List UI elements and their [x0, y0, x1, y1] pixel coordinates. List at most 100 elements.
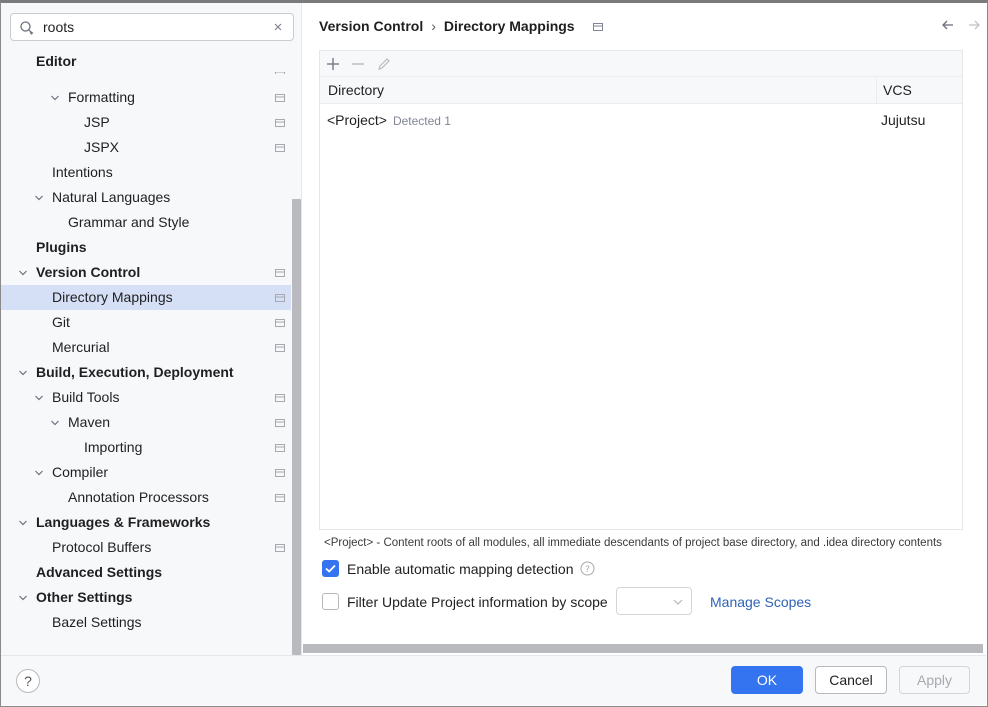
sidebar-item[interactable]: Protocol Buffers — [1, 535, 291, 560]
forward-arrow-icon[interactable] — [966, 17, 982, 33]
project-scope-icon — [275, 319, 285, 327]
sidebar-item[interactable]: Importing — [1, 435, 291, 460]
sidebar-item[interactable]: Intentions — [1, 160, 291, 185]
help-tooltip-icon[interactable]: ? — [580, 561, 595, 576]
sidebar-item[interactable]: Other Settings — [1, 585, 291, 610]
sidebar-item-label: JSPX — [84, 139, 120, 155]
sidebar-item[interactable]: Languages & Frameworks — [1, 510, 291, 535]
auto-detect-checkbox[interactable] — [322, 560, 339, 577]
sidebar-item[interactable]: Editor — [1, 51, 291, 72]
project-scope-icon — [275, 494, 285, 502]
table-header: Directory VCS — [320, 77, 962, 104]
project-scope-icon — [592, 23, 603, 32]
apply-button[interactable]: Apply — [899, 666, 970, 694]
sidebar-item[interactable]: JSP — [1, 110, 291, 135]
sidebar-item[interactable]: Compiler — [1, 460, 291, 485]
sidebar-item-label: Compiler — [52, 464, 109, 480]
svg-text:?: ? — [585, 565, 590, 575]
cancel-button[interactable]: Cancel — [815, 666, 887, 694]
add-icon[interactable] — [325, 56, 341, 72]
sidebar-item[interactable]: Mercurial — [1, 335, 291, 360]
sidebar-item[interactable]: Grammar and Style — [1, 210, 291, 235]
filter-scope-checkbox[interactable] — [322, 593, 339, 610]
settings-sidebar: EditorCopyrightFormattingJSPJSPXIntentio… — [1, 3, 302, 655]
chevron-down-icon[interactable] — [50, 93, 60, 103]
search-field[interactable] — [10, 13, 294, 41]
breadcrumb-current: Directory Mappings — [443, 18, 575, 34]
directory-value: <Project> — [327, 112, 387, 128]
mappings-table: Directory VCS <Project> Detected 1 Jujuts… — [319, 50, 963, 530]
remove-icon[interactable] — [350, 56, 366, 72]
vcs-cell[interactable]: Jujutsu — [881, 108, 925, 132]
column-header-vcs[interactable]: VCS — [883, 77, 912, 103]
chevron-down-icon[interactable] — [34, 193, 44, 203]
chevron-down-icon[interactable] — [34, 393, 44, 403]
sidebar-scrollbar[interactable] — [292, 199, 301, 655]
sidebar-item-label: Maven — [68, 414, 111, 430]
project-scope-icon — [275, 269, 285, 277]
chevron-down-icon[interactable] — [18, 518, 28, 528]
sidebar-item-label: Plugins — [36, 239, 87, 255]
sidebar-item[interactable]: Natural Languages — [1, 185, 291, 210]
clear-icon[interactable] — [271, 20, 285, 34]
chevron-down-icon — [673, 599, 683, 605]
chevron-down-icon[interactable] — [18, 368, 28, 378]
project-scope-icon — [275, 444, 285, 452]
sidebar-item[interactable]: Formatting — [1, 85, 291, 110]
manage-scopes-link[interactable]: Manage Scopes — [710, 592, 811, 612]
sidebar-item[interactable]: Git — [1, 310, 291, 335]
sidebar-item[interactable]: Advanced Settings — [1, 560, 291, 585]
sidebar-item[interactable]: Build, Execution, Deployment — [1, 360, 291, 385]
table-row[interactable]: <Project> Detected 1 Jujutsu — [320, 108, 962, 132]
table-toolbar — [320, 51, 962, 77]
sidebar-item[interactable]: Plugins — [1, 235, 291, 260]
sidebar-item[interactable]: Version Control — [1, 260, 291, 285]
chevron-down-icon[interactable] — [50, 418, 60, 428]
column-divider[interactable] — [876, 77, 877, 104]
breadcrumb-separator: › — [431, 18, 436, 34]
breadcrumb: Version Control › Directory Mappings — [319, 18, 603, 34]
sidebar-item-label: Build Tools — [52, 389, 120, 405]
sidebar-item-label: Importing — [84, 439, 143, 455]
sidebar-item[interactable]: Bazel Settings — [1, 610, 291, 635]
sidebar-item-label: Protocol Buffers — [52, 539, 152, 555]
sidebar-item-label: JSP — [84, 114, 110, 130]
scope-dropdown[interactable] — [616, 587, 692, 615]
sidebar-item-label: Formatting — [68, 89, 135, 105]
project-scope-icon — [275, 469, 285, 477]
detected-note: Detected 1 — [392, 114, 451, 128]
project-scope-icon — [275, 94, 285, 102]
project-scope-icon — [275, 419, 285, 427]
navigation-arrows — [930, 17, 982, 36]
project-hint-text: <Project> - Content roots of all modules… — [324, 537, 942, 549]
sidebar-item-label: Natural Languages — [52, 189, 171, 205]
help-button[interactable]: ? — [16, 669, 40, 693]
edit-icon[interactable] — [376, 56, 392, 72]
project-scope-icon — [275, 144, 285, 152]
settings-tree: EditorCopyrightFormattingJSPJSPXIntentio… — [1, 51, 291, 655]
chevron-down-icon[interactable] — [34, 468, 44, 478]
project-scope-icon — [275, 344, 285, 352]
directory-cell: <Project> Detected 1 — [327, 108, 451, 133]
back-arrow-icon[interactable] — [940, 17, 956, 33]
ok-button[interactable]: OK — [731, 666, 803, 694]
sidebar-item-label: Bazel Settings — [52, 614, 142, 630]
search-icon — [20, 21, 34, 35]
chevron-down-icon[interactable] — [18, 593, 28, 603]
chevron-down-icon[interactable] — [18, 268, 28, 278]
sidebar-item-label: Editor — [36, 53, 77, 69]
sidebar-item[interactable]: Annotation Processors — [1, 485, 291, 510]
sidebar-item[interactable]: Maven — [1, 410, 291, 435]
sidebar-item[interactable]: Directory Mappings — [1, 285, 291, 310]
sidebar-item[interactable]: Build Tools — [1, 385, 291, 410]
breadcrumb-parent[interactable]: Version Control — [319, 18, 423, 34]
sidebar-item[interactable]: JSPX — [1, 135, 291, 160]
project-scope-icon — [275, 544, 285, 552]
horizontal-scrollbar[interactable] — [303, 644, 983, 653]
search-input[interactable] — [43, 18, 263, 36]
column-header-directory[interactable]: Directory — [328, 77, 384, 103]
project-scope-icon — [275, 294, 285, 302]
sidebar-item-label: Intentions — [52, 164, 113, 180]
sidebar-item-label: Languages & Frameworks — [36, 514, 211, 530]
sidebar-item-label: Version Control — [36, 264, 141, 280]
